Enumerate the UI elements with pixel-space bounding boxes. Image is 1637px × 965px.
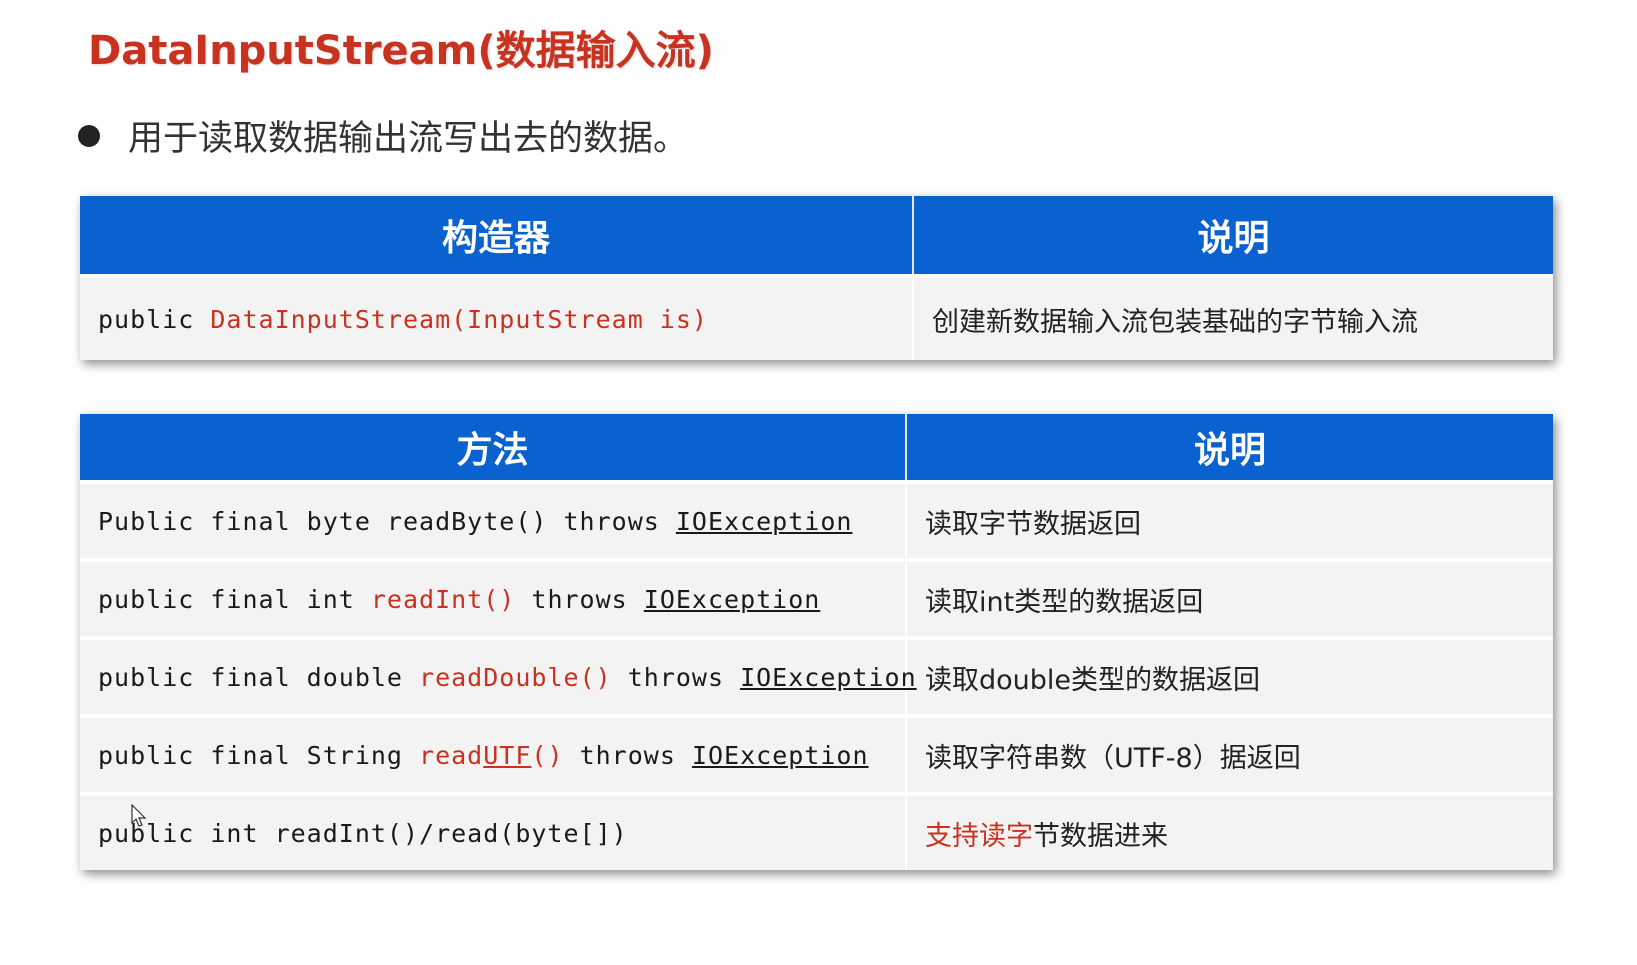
header-constructor: 构造器 — [80, 196, 914, 276]
method-description: 读取int类型的数据返回 — [906, 558, 1553, 638]
code-text: public final double — [98, 662, 420, 692]
table-header-row: 构造器 说明 — [80, 196, 1553, 276]
code-text: public final String — [98, 740, 420, 770]
constructor-name: DataInputStream(InputStream is) — [210, 304, 708, 334]
table-row: public final int readInt() throws IOExce… — [80, 558, 1553, 638]
code-text: Public final byte readByte() throws — [98, 506, 676, 536]
method-signature: public int readInt()/read(byte[]) — [80, 792, 907, 870]
exception-name: IOException — [691, 740, 869, 770]
method-signature: public final int readInt() throws IOExce… — [80, 558, 907, 638]
method-description: 读取double类型的数据返回 — [906, 636, 1553, 716]
exception-name: IOException — [643, 584, 821, 614]
constructor-table: 构造器 说明 public DataInputStream(InputStrea… — [80, 196, 1553, 360]
constructor-signature: public DataInputStream(InputStream is) — [80, 274, 914, 360]
table-row: public int readInt()/read(byte[]) 支持读字节数… — [80, 792, 1553, 870]
table-header-row: 方法 说明 — [80, 414, 1553, 482]
code-text: public int readInt()/read(byte[]) — [98, 818, 628, 848]
method-signature: Public final byte readByte() throws IOEx… — [80, 480, 907, 560]
code-text: public final int — [98, 584, 371, 614]
table-row: Public final byte readByte() throws IOEx… — [80, 480, 1553, 560]
header-description: 说明 — [913, 196, 1553, 276]
method-name-part: () — [531, 740, 564, 770]
page-title: DataInputStream(数据输入流) — [88, 28, 714, 74]
header-description: 说明 — [906, 414, 1553, 482]
code-text: throws — [563, 740, 692, 770]
method-name-part: UTF — [483, 740, 532, 770]
method-name: readUTF() — [419, 741, 563, 770]
code-text: throws — [611, 662, 741, 692]
code-keyword: public — [98, 304, 211, 334]
description-text: 节数据进来 — [1033, 820, 1168, 852]
method-name: readInt() — [370, 584, 516, 614]
header-method: 方法 — [80, 414, 907, 482]
table-row: public final double readDouble() throws … — [80, 636, 1553, 716]
bullet-text: 用于读取数据输出流写出去的数据。 — [128, 119, 689, 159]
method-name-part: read — [419, 740, 484, 770]
mouse-pointer-icon — [131, 804, 147, 827]
method-name: readDouble() — [419, 662, 612, 692]
method-description: 读取字节数据返回 — [906, 480, 1553, 560]
highlighted-text: 支持读字 — [925, 820, 1033, 852]
method-signature: public final double readDouble() throws … — [80, 636, 916, 716]
code-text: throws — [515, 584, 644, 614]
table-row: public DataInputStream(InputStream is) 创… — [80, 274, 1553, 360]
bullet-item: 用于读取数据输出流写出去的数据。 — [78, 110, 688, 161]
table-row: public final String readUTF() throws IOE… — [80, 714, 1553, 794]
exception-name: IOException — [740, 662, 917, 692]
bullet-dot-icon — [78, 124, 100, 147]
method-description: 支持读字节数据进来 — [906, 792, 1553, 870]
constructor-description: 创建新数据输入流包装基础的字节输入流 — [913, 274, 1553, 360]
method-description: 读取字符串数（UTF-8）据返回 — [906, 714, 1553, 794]
method-signature: public final String readUTF() throws IOE… — [80, 714, 907, 794]
exception-name: IOException — [675, 506, 853, 536]
method-table: 方法 说明 Public final byte readByte() throw… — [80, 414, 1553, 870]
